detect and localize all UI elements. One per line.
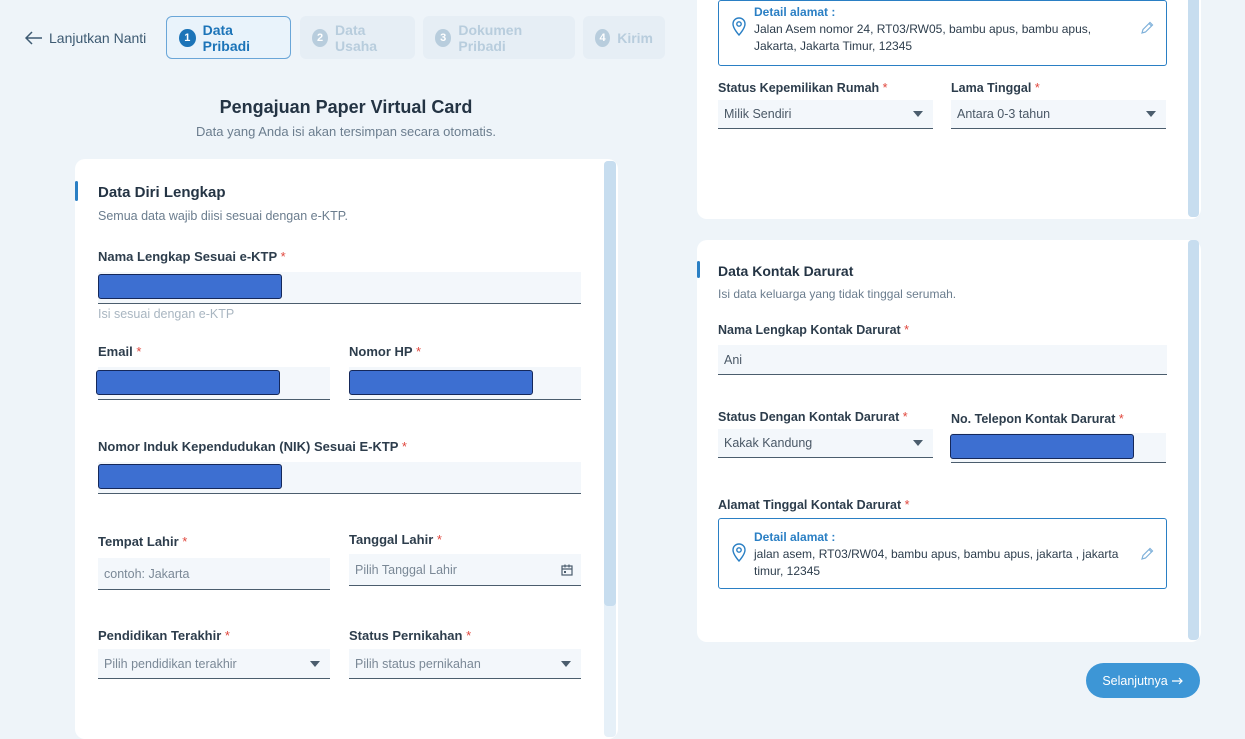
redacted-value	[349, 370, 533, 395]
caret-down-icon	[561, 660, 571, 667]
redacted-value	[98, 274, 282, 299]
next-label: Selanjutnya	[1102, 673, 1168, 688]
left-panel: Lanjutkan Nanti 1 Data Pribadi 2 Data Us…	[0, 0, 680, 739]
section-subtitle: Semua data wajib diisi sesuai dengan e-K…	[98, 209, 348, 223]
education-select[interactable]: Pilih pendidikan terakhir	[98, 649, 330, 679]
email-field[interactable]	[96, 367, 330, 400]
redacted-value	[950, 434, 1134, 459]
step-dokumen-pribadi[interactable]: 3 Dokumen Pribadi	[423, 16, 575, 59]
education-placeholder: Pilih pendidikan terakhir	[104, 656, 237, 671]
section-subtitle: Isi data keluarga yang tidak tinggal ser…	[718, 287, 957, 301]
full-name-field[interactable]	[98, 272, 581, 304]
relation-label: Status Dengan Kontak Darurat *	[718, 410, 908, 424]
birthdate-picker[interactable]: Pilih Tanggal Lahir	[349, 554, 581, 586]
full-name-label: Nama Lengkap Sesuai e-KTP *	[98, 249, 286, 264]
scrollbar-thumb[interactable]	[1188, 0, 1199, 217]
duration-select[interactable]: Antara 0-3 tahun	[951, 100, 1166, 129]
emergency-contact-card: Data Kontak Darurat Isi data keluarga ya…	[697, 240, 1201, 642]
continue-later-link[interactable]: Lanjutkan Nanti	[25, 30, 146, 46]
relation-value: Kakak Kandung	[724, 436, 813, 450]
redacted-value	[96, 370, 280, 395]
step-data-usaha[interactable]: 2 Data Usaha	[300, 16, 415, 59]
step-data-pribadi[interactable]: 1 Data Pribadi	[166, 16, 291, 59]
section-title: Data Diri Lengkap	[98, 184, 226, 201]
caret-down-icon	[1146, 111, 1156, 117]
nik-field[interactable]	[98, 462, 581, 494]
ownership-label: Status Kepemilikan Rumah *	[718, 81, 888, 95]
location-pin-icon	[732, 543, 746, 563]
emergency-name-input[interactable]: Ani	[718, 345, 1167, 375]
phone-label: Nomor HP *	[349, 344, 422, 359]
emergency-address-label: Alamat Tinggal Kontak Darurat *	[718, 498, 910, 512]
birthdate-label: Tanggal Lahir *	[349, 532, 442, 547]
page-subtitle: Data yang Anda isi akan tersimpan secara…	[196, 124, 496, 139]
address-text: jalan asem, RT03/RW04, bambu apus, bambu…	[754, 547, 1119, 578]
birthplace-input[interactable]: contoh: Jakarta	[98, 558, 330, 590]
caret-down-icon	[310, 660, 320, 667]
step-number: 1	[179, 28, 196, 47]
residence-card: Detail alamat : Jalan Asem nomor 24, RT0…	[697, 0, 1201, 219]
scrollbar-thumb[interactable]	[1188, 240, 1199, 640]
education-label: Pendidikan Terakhir *	[98, 628, 230, 643]
step-label: Data Pribadi	[202, 21, 251, 54]
step-kirim[interactable]: 4 Kirim	[583, 16, 665, 59]
step-number: 2	[312, 28, 329, 47]
step-label: Dokumen Pribadi	[458, 21, 523, 54]
birthplace-placeholder: contoh: Jakarta	[104, 566, 190, 581]
caret-down-icon	[913, 111, 923, 117]
continue-later-label: Lanjutkan Nanti	[49, 30, 147, 46]
pencil-icon[interactable]	[1140, 21, 1154, 35]
page-title: Pengajuan Paper Virtual Card	[219, 97, 473, 117]
ownership-select[interactable]: Milik Sendiri	[718, 100, 933, 129]
address-heading: Detail alamat :	[754, 5, 836, 19]
marital-placeholder: Pilih status pernikahan	[355, 656, 481, 671]
duration-value: Antara 0-3 tahun	[957, 107, 1051, 121]
step-label: Data Usaha	[335, 21, 378, 54]
birthplace-label: Tempat Lahir *	[98, 534, 188, 549]
step-number: 4	[595, 28, 611, 47]
residence-address-box[interactable]: Detail alamat : Jalan Asem nomor 24, RT0…	[718, 0, 1167, 66]
personal-data-card: Data Diri Lengkap Semua data wajib diisi…	[75, 159, 618, 739]
ownership-value: Milik Sendiri	[724, 107, 792, 121]
redacted-value	[98, 464, 282, 489]
pencil-icon[interactable]	[1140, 547, 1154, 561]
caret-down-icon	[913, 440, 923, 446]
emergency-phone-field[interactable]	[950, 433, 1166, 463]
calendar-icon[interactable]	[561, 564, 573, 576]
address-text: Jalan Asem nomor 24, RT03/RW05, bambu ap…	[754, 22, 1092, 53]
phone-field[interactable]	[349, 367, 581, 400]
emergency-phone-label: No. Telepon Kontak Darurat *	[951, 412, 1124, 426]
nik-label: Nomor Induk Kependudukan (NIK) Sesuai E-…	[98, 439, 407, 454]
arrow-right-icon	[1171, 677, 1183, 684]
email-label: Email *	[98, 344, 142, 359]
arrow-left-icon	[25, 31, 42, 45]
duration-label: Lama Tinggal *	[951, 81, 1040, 95]
section-title: Data Kontak Darurat	[718, 263, 854, 279]
next-button[interactable]: Selanjutnya	[1086, 663, 1200, 698]
section-marker	[75, 181, 78, 201]
location-pin-icon	[732, 17, 746, 37]
address-heading: Detail alamat :	[754, 530, 836, 544]
emergency-address-box[interactable]: Detail alamat : jalan asem, RT03/RW04, b…	[718, 518, 1167, 589]
relation-select[interactable]: Kakak Kandung	[718, 429, 933, 458]
marital-label: Status Pernikahan *	[349, 628, 472, 643]
full-name-hint: Isi sesuai dengan e-KTP	[98, 307, 235, 321]
scrollbar-thumb[interactable]	[604, 161, 616, 606]
step-number: 3	[435, 28, 452, 47]
step-label: Kirim	[617, 29, 653, 46]
marital-select[interactable]: Pilih status pernikahan	[349, 649, 581, 679]
emergency-name-label: Nama Lengkap Kontak Darurat *	[718, 323, 910, 337]
emergency-name-value: Ani	[724, 352, 743, 367]
section-marker	[697, 261, 700, 278]
birthdate-placeholder: Pilih Tanggal Lahir	[355, 562, 457, 577]
